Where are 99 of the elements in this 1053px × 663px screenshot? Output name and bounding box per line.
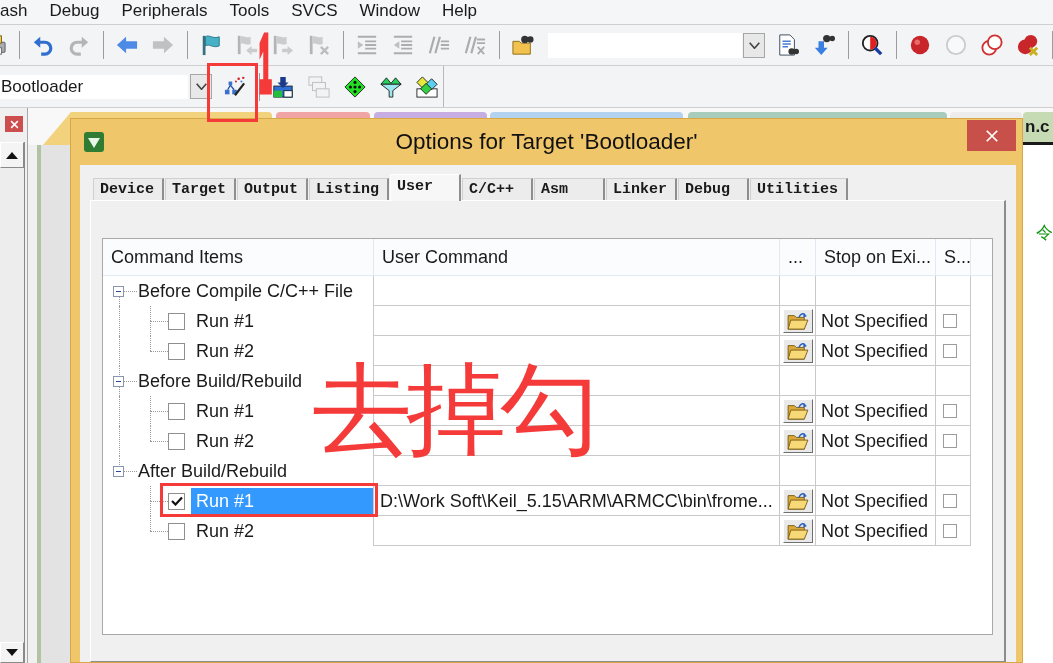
checkbox[interactable] <box>168 342 185 360</box>
menu-item[interactable]: Debug <box>38 0 111 21</box>
handwritten-note: 1 <box>259 24 272 104</box>
target-select[interactable]: Bootloader <box>0 74 188 99</box>
tab[interactable]: Output <box>237 178 309 200</box>
dot-cross-icon[interactable] <box>1017 34 1039 56</box>
menu-item[interactable]: Tools <box>218 0 281 21</box>
tab[interactable]: Linker <box>606 178 678 200</box>
column-header: S... <box>936 239 971 275</box>
tab[interactable]: C/C++ <box>462 178 534 200</box>
browse-button[interactable] <box>783 339 813 363</box>
table-cell: Not Specified <box>821 340 929 362</box>
browse-button[interactable] <box>783 309 813 333</box>
dropdown-button[interactable] <box>743 32 765 58</box>
checkbox[interactable] <box>943 494 957 508</box>
binoculars-down-arrow-icon[interactable] <box>813 34 835 56</box>
column-header: User Command <box>374 239 780 275</box>
column-header: Command Items <box>103 239 374 275</box>
dialog-title: Options for Target 'Bootloader' <box>395 129 698 155</box>
table-cell: Not Specified <box>821 310 929 332</box>
flag-icon[interactable] <box>200 34 222 56</box>
folder-icon <box>787 402 809 420</box>
tab[interactable]: User <box>390 174 462 201</box>
checkbox[interactable] <box>943 314 957 328</box>
column-header: ... <box>780 239 816 275</box>
menu-item[interactable]: SVCS <box>280 0 349 21</box>
checkbox[interactable] <box>168 312 185 330</box>
tab[interactable]: Listing <box>309 178 390 200</box>
minus-box-icon[interactable] <box>113 285 124 297</box>
down-triangle-icon <box>6 649 18 656</box>
tab[interactable]: Device <box>93 178 164 200</box>
minus-box-icon[interactable] <box>113 465 124 477</box>
diamond-group-icon[interactable] <box>416 75 438 98</box>
checkbox[interactable] <box>168 492 185 510</box>
minus-box-icon[interactable] <box>113 375 124 387</box>
menu-item[interactable]: Help <box>431 0 488 21</box>
handwritten-note: 去掉勾 <box>312 360 594 460</box>
diamond-icon[interactable] <box>344 75 366 98</box>
code-text: 令 <box>1036 221 1053 243</box>
checkmark-icon <box>170 496 183 506</box>
tab[interactable]: Debug <box>678 178 750 200</box>
highlight-rectangle <box>207 63 258 122</box>
browse-button[interactable] <box>783 429 813 453</box>
search-field[interactable] <box>548 32 742 58</box>
folder-binoculars-icon[interactable] <box>512 34 534 56</box>
table-cell: Not Specified <box>821 430 929 452</box>
diamond-funnel-icon[interactable] <box>380 75 402 98</box>
browse-button[interactable] <box>783 519 813 543</box>
checkbox[interactable] <box>168 402 185 420</box>
app-icon <box>84 132 104 152</box>
checkbox[interactable] <box>943 434 957 448</box>
dot-icon[interactable] <box>909 34 931 56</box>
scrollbar[interactable] <box>0 142 25 663</box>
scroll-down-button[interactable] <box>0 642 24 663</box>
folder-icon <box>787 492 809 510</box>
tab[interactable]: Asm <box>534 178 606 200</box>
table-cell: Not Specified <box>821 400 929 422</box>
chevron-down-icon <box>748 41 760 49</box>
tree-group-label[interactable]: After Build/Rebuild <box>138 460 288 482</box>
file-tab[interactable]: n.c <box>1023 112 1053 145</box>
scroll-up-button[interactable] <box>0 142 24 168</box>
folder-icon <box>787 312 809 330</box>
table-cell: Not Specified <box>821 520 929 542</box>
magic-wand-icon[interactable] <box>224 75 246 98</box>
folder-icon <box>787 342 809 360</box>
close-icon <box>9 119 19 129</box>
checkbox[interactable] <box>943 344 957 358</box>
chevron-down-icon <box>195 83 207 90</box>
tree-group-label[interactable]: Before Compile C/C++ File <box>138 280 354 302</box>
folder-icon <box>787 522 809 540</box>
table-cell: D:\Work Soft\Keil_5.15\ARM\ARMCC\bin\frome... <box>380 490 773 512</box>
checkbox[interactable] <box>168 522 185 540</box>
tab[interactable]: Utilities <box>750 178 849 200</box>
checkbox[interactable] <box>943 404 957 418</box>
menu-item[interactable]: ash <box>0 0 39 21</box>
magnifier-icon[interactable] <box>861 34 883 56</box>
browse-button[interactable] <box>783 489 813 513</box>
tree-group-label[interactable]: Before Build/Rebuild <box>138 370 303 392</box>
browse-button[interactable] <box>783 399 813 423</box>
tree-item[interactable]: Run #1 <box>191 308 373 334</box>
left-arrow-icon[interactable] <box>116 34 138 56</box>
double-circle-icon[interactable] <box>981 34 1003 56</box>
up-triangle-icon <box>6 151 18 159</box>
close-button[interactable] <box>5 116 23 132</box>
checkbox[interactable] <box>168 432 185 450</box>
tree-item[interactable]: Run #2 <box>191 518 373 544</box>
menu-item[interactable]: Peripherals <box>110 0 219 21</box>
undo-icon[interactable] <box>32 34 54 56</box>
folder-icon <box>787 432 809 450</box>
table-cell: Not Specified <box>821 490 929 512</box>
document-binoculars-icon[interactable] <box>777 34 799 56</box>
dropdown-button[interactable] <box>190 74 212 99</box>
menu-item[interactable]: Window <box>348 0 431 21</box>
checkbox[interactable] <box>943 524 957 538</box>
box-arrow-icon[interactable] <box>272 75 294 98</box>
column-header: Stop on Exi... <box>816 239 936 275</box>
close-button[interactable] <box>967 120 1016 151</box>
tab[interactable]: Target <box>165 178 237 200</box>
close-icon <box>984 128 999 143</box>
